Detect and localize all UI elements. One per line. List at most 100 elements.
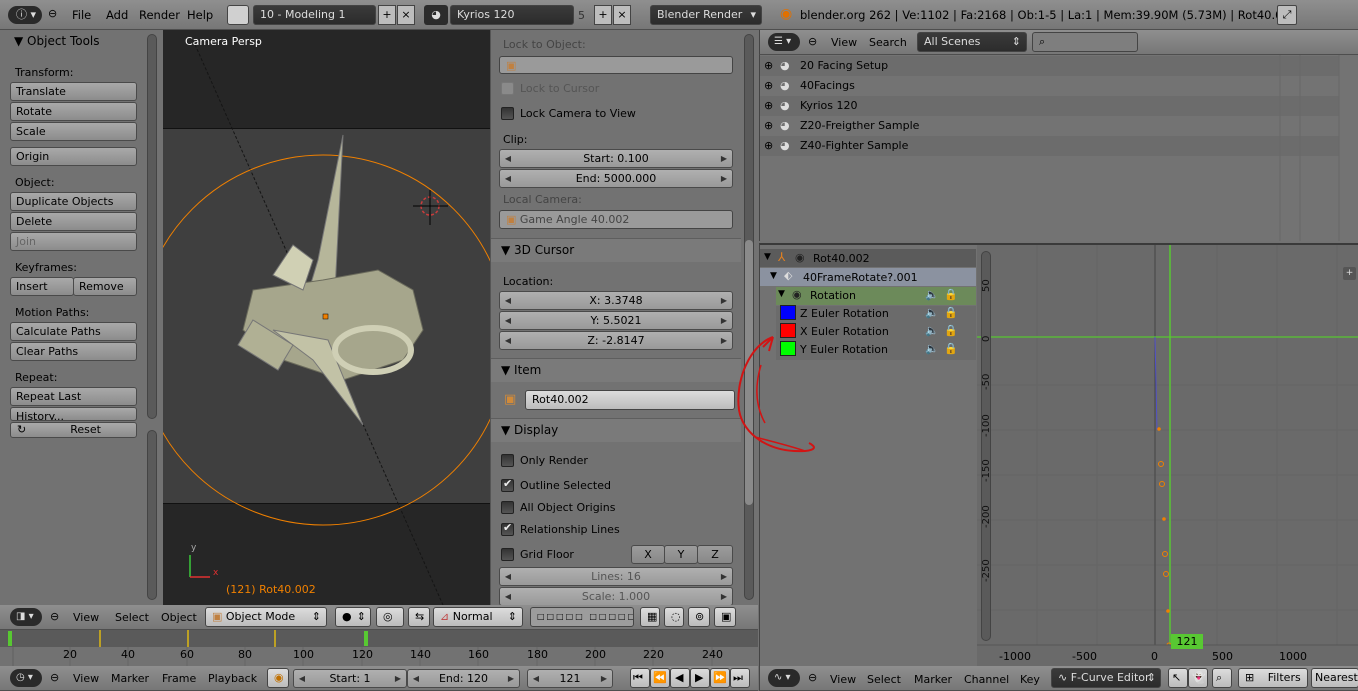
- only-selected-toggle[interactable]: ↖: [1168, 668, 1188, 688]
- expand-icon[interactable]: ⊕: [764, 116, 773, 136]
- outliner-menu-search[interactable]: Search: [869, 36, 907, 49]
- jump-next-key-button[interactable]: ⏩: [710, 668, 730, 688]
- reset-button[interactable]: ↻ Reset: [10, 422, 137, 438]
- z-mute-icon[interactable]: 🔈: [925, 306, 939, 319]
- viewport-menu-select[interactable]: Select: [115, 611, 149, 624]
- shading-select[interactable]: ● ⇕: [335, 607, 371, 627]
- z-channel-color[interactable]: [780, 305, 796, 320]
- editor-type-timeline-icon[interactable]: ◷ ▾: [10, 669, 42, 687]
- tool-shelf-scrollbar-lower[interactable]: [147, 430, 157, 600]
- graph-properties-toggle-icon[interactable]: +: [1343, 267, 1356, 280]
- clip-end-field[interactable]: ◀ End: 5000.000 ▶: [499, 169, 733, 188]
- delete-button[interactable]: Delete: [10, 212, 137, 231]
- lock-to-cursor-checkbox[interactable]: [501, 82, 514, 95]
- cursor-y-field[interactable]: ◀ Y: 5.5021 ▶: [499, 311, 733, 330]
- render-layer-icon[interactable]: ▦: [640, 607, 660, 627]
- grid-scale-field[interactable]: ◀ Scale: 1.000 ▶: [499, 587, 733, 605]
- grid-y-toggle[interactable]: Y: [664, 545, 698, 564]
- object-mode-select[interactable]: ▣ Object Mode ⇕: [205, 607, 327, 627]
- outliner-collapse-icon[interactable]: ⊖: [808, 35, 817, 48]
- group-lock-icon[interactable]: 🔒: [944, 288, 958, 301]
- object-tools-title[interactable]: ▼ Object Tools: [14, 34, 100, 48]
- expand-icon[interactable]: ⊕: [764, 76, 773, 96]
- timeline-menu-marker[interactable]: Marker: [111, 672, 149, 685]
- jump-end-button[interactable]: ⏭: [730, 668, 750, 688]
- item-panel-title[interactable]: ▼ Item: [501, 363, 541, 377]
- x-mute-icon[interactable]: 🔈: [925, 324, 939, 337]
- menu-file[interactable]: File: [72, 2, 91, 28]
- menu-help[interactable]: Help: [187, 2, 213, 28]
- local-camera-field[interactable]: ▣ Game Angle 40.002: [499, 210, 733, 229]
- preview-range-toggle[interactable]: ◉: [267, 668, 289, 688]
- scale-button[interactable]: Scale: [10, 122, 137, 141]
- viewport-collapse-icon[interactable]: ⊖: [50, 610, 59, 623]
- render-button[interactable]: ▣: [714, 607, 736, 627]
- visibility-eye-icon[interactable]: ◉: [795, 251, 805, 264]
- timeline-menu-playback[interactable]: Playback: [208, 672, 257, 685]
- graph-menu-select[interactable]: Select: [867, 673, 901, 686]
- layer-buttons[interactable]: □□□□□ □□□□□: [530, 607, 634, 627]
- outline-selected-checkbox[interactable]: [501, 477, 514, 492]
- all-origins-checkbox[interactable]: [501, 501, 514, 514]
- lock-object-field[interactable]: ▣: [499, 56, 733, 74]
- render-engine-select[interactable]: Blender Render ▾: [650, 5, 762, 25]
- timeline-area[interactable]: 20 40 60 80 100 120 140 160 180 200 220 …: [0, 630, 758, 666]
- tool-shelf-scrollbar[interactable]: [147, 34, 157, 419]
- translate-button[interactable]: Translate: [10, 82, 137, 101]
- graph-menu-channel[interactable]: Channel: [964, 673, 1009, 686]
- jump-start-button[interactable]: ⏮: [630, 668, 650, 688]
- expand-icon[interactable]: ⊕: [764, 96, 773, 116]
- timeline-menu-view[interactable]: View: [73, 672, 99, 685]
- auto-snap-select[interactable]: Nearest: [1311, 668, 1358, 688]
- remove-keyframe-button[interactable]: Remove: [73, 277, 137, 296]
- ghost-curves-toggle[interactable]: 👻: [1188, 668, 1208, 688]
- grid-x-toggle[interactable]: X: [631, 545, 665, 564]
- expand-group-icon[interactable]: ▼: [778, 289, 785, 299]
- current-frame-badge[interactable]: 121: [1171, 634, 1203, 649]
- info-icon[interactable]: ⓘ ▾: [8, 6, 42, 24]
- insert-keyframe-button[interactable]: Insert: [10, 277, 74, 296]
- frame-start-field[interactable]: ◀ Start: 1 ▶: [293, 669, 407, 688]
- viewport-menu-object[interactable]: Object: [161, 611, 197, 624]
- graph-canvas[interactable]: 50 0 -50 -100 -150 -200 -250 121 -1000 -…: [977, 243, 1358, 666]
- x-lock-icon[interactable]: 🔒: [944, 324, 958, 337]
- outliner-menu-view[interactable]: View: [831, 36, 857, 49]
- manipulator-toggle[interactable]: ⇆: [408, 607, 430, 627]
- group-eye-icon[interactable]: ◉: [792, 288, 802, 301]
- play-reverse-button[interactable]: ◀: [670, 668, 690, 688]
- current-frame-field[interactable]: ◀ 121 ▶: [527, 669, 613, 688]
- menu-add[interactable]: Add: [106, 2, 128, 28]
- graph-menu-marker[interactable]: Marker: [914, 673, 952, 686]
- editor-type-graph-icon[interactable]: ∿ ▾: [768, 669, 800, 687]
- viewport-menu-view[interactable]: View: [73, 611, 99, 624]
- add-screen-icon[interactable]: +: [378, 5, 396, 25]
- editor-type-3d-icon[interactable]: ◨ ▾: [10, 608, 42, 626]
- collapse-icon[interactable]: ⊖: [48, 7, 57, 20]
- expand-object-icon[interactable]: ▼: [764, 252, 771, 262]
- viewport-3d[interactable]: Camera Persp y x (121) Rot40.002: [163, 30, 490, 605]
- expand-icon[interactable]: ⊕: [764, 56, 773, 76]
- calculate-paths-button[interactable]: Calculate Paths: [10, 322, 137, 341]
- outliner-item[interactable]: ⊕ ◕ Z20-Freigther Sample: [762, 116, 1338, 136]
- jump-prev-key-button[interactable]: ⏪: [650, 668, 670, 688]
- history-button[interactable]: History...: [10, 407, 137, 421]
- item-name-field[interactable]: Rot40.002: [525, 390, 735, 410]
- outliner-item[interactable]: ⊕ ◕ 20 Facing Setup: [762, 56, 1338, 76]
- cursor-panel-title[interactable]: ▼ 3D Cursor: [501, 243, 574, 257]
- graph-mode-select[interactable]: ∿ F-Curve Editor ⇕: [1051, 668, 1161, 688]
- filters-button[interactable]: ⊞ Filters: [1238, 668, 1308, 688]
- transform-orientation-select[interactable]: ⊿ Normal ⇕: [433, 607, 523, 627]
- layout-icon[interactable]: [227, 5, 249, 25]
- expand-action-icon[interactable]: ▼: [770, 271, 777, 281]
- fullscreen-icon[interactable]: ⤢: [1277, 5, 1297, 25]
- graph-y-scrollbar[interactable]: [981, 251, 991, 641]
- grid-floor-checkbox[interactable]: [501, 548, 514, 561]
- pivot-select[interactable]: ◎: [376, 607, 404, 627]
- timeline-collapse-icon[interactable]: ⊖: [50, 671, 59, 684]
- editor-type-outliner-icon[interactable]: ☰ ▾: [768, 33, 800, 51]
- expand-icon[interactable]: ⊕: [764, 136, 773, 156]
- duplicate-button[interactable]: Duplicate Objects: [10, 192, 137, 211]
- snap-toggle[interactable]: ◌: [664, 607, 684, 627]
- origin-button[interactable]: Origin: [10, 147, 137, 166]
- menu-render[interactable]: Render: [139, 2, 180, 28]
